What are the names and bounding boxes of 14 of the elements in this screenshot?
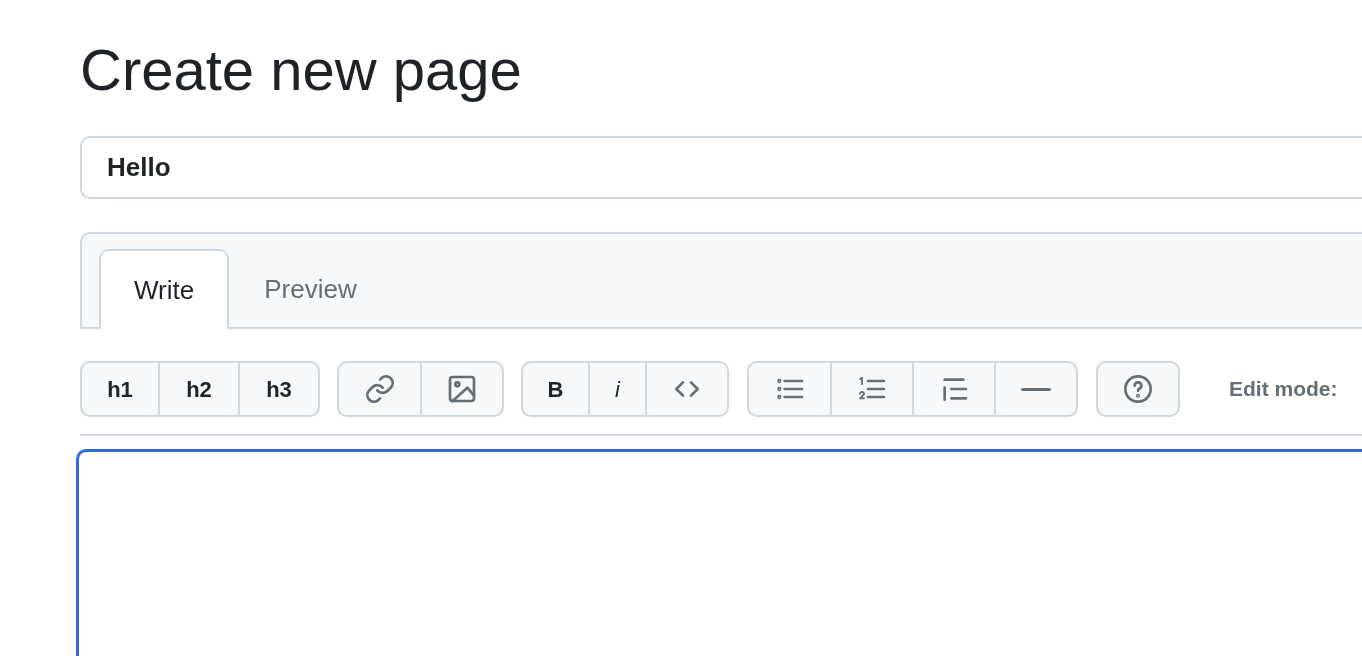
bold-button[interactable]: B [523,363,588,415]
heading-button[interactable]: h1 [82,363,158,415]
editor-tab[interactable]: Write [99,249,230,329]
heading-button[interactable]: h3 [238,363,318,415]
link-icon [363,373,396,405]
editor-tab[interactable]: Preview [229,249,392,329]
edit-mode-label: Edit mode: [1229,376,1338,403]
title-input[interactable]: Hello [80,136,1362,199]
help-icon [1122,373,1154,405]
image-icon [446,373,478,405]
horizontal-line-icon [1021,387,1051,391]
heading-button[interactable]: h2 [158,363,238,415]
page-heading: Create new page [80,36,522,104]
italic-button[interactable]: i [588,363,645,415]
